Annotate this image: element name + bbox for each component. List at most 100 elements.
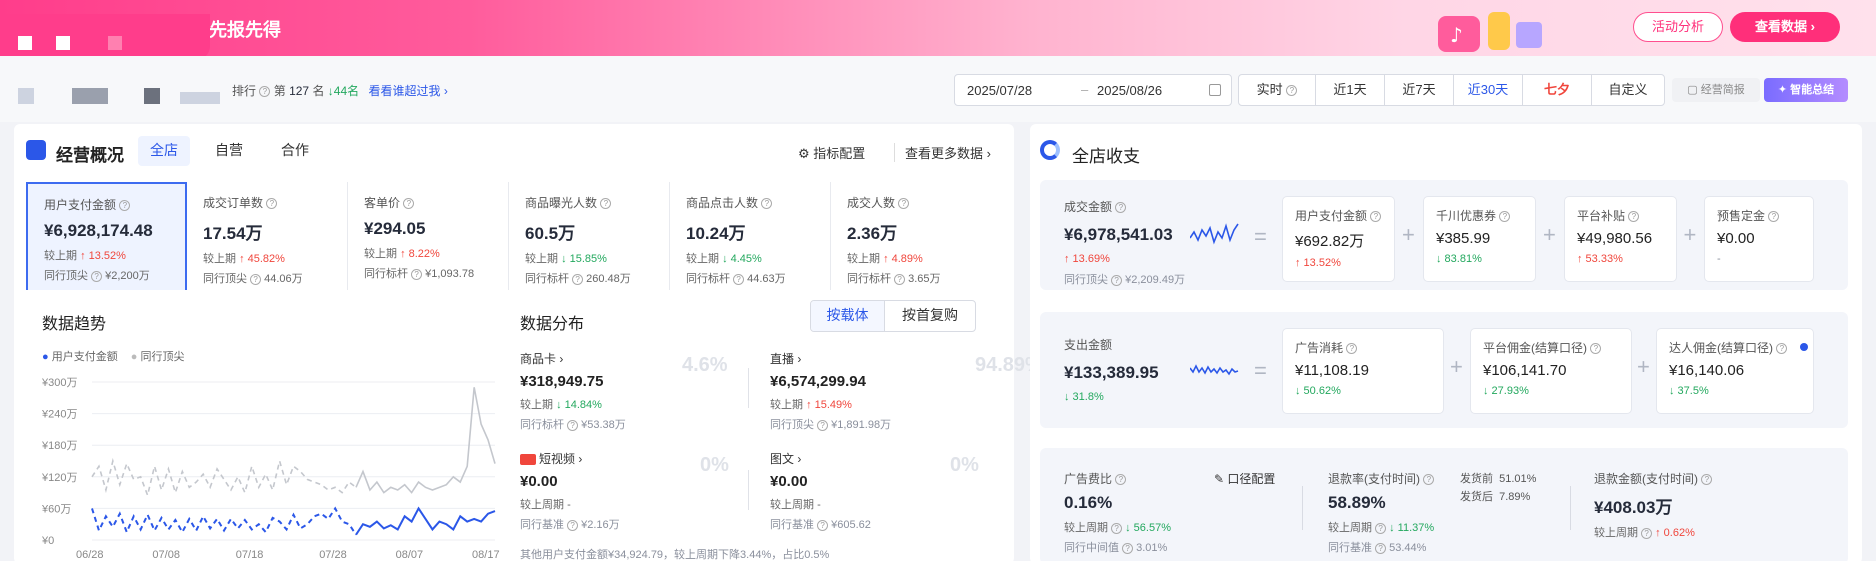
dist-peer: 同行顶尖 ? ¥1,891.98万 — [770, 419, 892, 431]
activity-analysis-button[interactable]: 活动分析 — [1633, 12, 1723, 42]
dist-cell[interactable]: 商品卡 › ¥318,949.75 较上期 ↓ 14.84% 同行标杆 ? ¥53.3… — [520, 350, 626, 432]
item-label: 用户支付金额 ? — [1295, 207, 1394, 224]
who-passed-me-link[interactable]: 看看谁超过我 › — [369, 84, 448, 98]
metric-config-link[interactable]: ⚙ 指标配置 — [798, 143, 865, 162]
dist-value: ¥6,574,299.94 — [770, 373, 866, 390]
rank-change: ↓44名 — [327, 84, 360, 98]
dist-footer: 其他用户支付金额¥34,924.79，较上周期下降3.44%，占比0.5% — [520, 549, 830, 561]
legend-pay-amount[interactable]: 用户支付金额 — [52, 351, 118, 363]
quick-30day[interactable]: 近30天 — [1453, 74, 1523, 106]
x-tick-label: 08/07 — [396, 549, 424, 561]
metric-card[interactable]: 成交人数 ? 2.36万 较上期 ↑ 4.89% 同行标杆 ? 3.65万 — [831, 182, 992, 290]
logo-redacted — [0, 14, 210, 60]
dist-peer: 同行基准 ? ¥605.62 — [770, 519, 871, 531]
dist-value: ¥318,949.75 — [520, 373, 604, 390]
metric-change: 较上期 ↑ 4.89% — [847, 253, 923, 265]
x-tick-label: 07/08 — [152, 549, 180, 561]
tab-all-store[interactable]: 全店 — [138, 136, 190, 166]
tab-cooperation[interactable]: 合作 — [266, 136, 324, 166]
date-end[interactable]: 2025/08/26 — [1097, 83, 1162, 98]
finance-item[interactable]: 预售定金 ? ¥0.00 - — [1704, 196, 1814, 282]
dist-label[interactable]: 商品卡 › — [520, 350, 626, 367]
metric-label: 商品点击人数 ? — [686, 194, 830, 211]
date-start[interactable]: 2025/07/28 — [967, 83, 1032, 98]
dist-change: 较上周期 - — [520, 499, 571, 511]
tab-by-repurchase[interactable]: 按首复购 — [886, 301, 974, 331]
metric-label: 客单价 ? — [364, 194, 508, 211]
dist-cell[interactable]: 短视频 › ¥0.00 较上周期 - 同行基准 ? ¥2.16万 — [520, 450, 620, 532]
help-icon: ? — [898, 198, 910, 210]
dist-label[interactable]: 短视频 › — [520, 450, 620, 467]
dist-change: 较上期 ↓ 14.84% — [520, 399, 602, 411]
dist-divider — [748, 368, 749, 408]
metric-label: 成交订单数 ? — [203, 194, 347, 211]
tab-by-carrier[interactable]: 按载体 — [811, 301, 885, 331]
view-data-button[interactable]: 查看数据 › — [1730, 12, 1840, 42]
item-change: ↓ 37.5% — [1669, 385, 1709, 397]
item-change: ↓ 27.93% — [1483, 385, 1529, 397]
metric-card[interactable]: 商品点击人数 ? 10.24万 较上期 ↓ 4.45% 同行标杆 ? 44.63万 — [670, 182, 831, 290]
income-change: ↑ 13.69% — [1064, 253, 1110, 265]
metric-label: 用户支付金额 ? — [44, 196, 185, 213]
metric-card[interactable]: 商品曝光人数 ? 60.5万 较上期 ↓ 15.85% 同行标杆 ? 260.48万 — [509, 182, 670, 290]
finance-item[interactable]: 达人佣金(结算口径) ? ¥16,140.06 ↓ 37.5% — [1656, 328, 1814, 414]
quick-1day[interactable]: 近1天 — [1315, 74, 1385, 106]
item-change: - — [1717, 253, 1721, 265]
overview-title: 经营概况 — [56, 146, 124, 165]
dist-label[interactable]: 直播 › — [770, 350, 891, 367]
series-line[interactable] — [91, 506, 357, 536]
metric-card[interactable]: 客单价 ? ¥294.05 较上期 ↑ 8.22% 同行标杆 ? ¥1,093.78 — [348, 182, 509, 290]
quick-realtime[interactable]: 实时 ? — [1238, 74, 1316, 106]
series-line[interactable] — [355, 506, 496, 536]
item-change: ↑ 53.33% — [1577, 253, 1623, 265]
dist-share: 0% — [950, 454, 979, 476]
dist-value: ¥0.00 — [770, 473, 808, 490]
metric-change: 较上期 ↑ 45.82% — [203, 253, 285, 265]
rank-info: 排行 ? 第 127 名 ↓44名 看看谁超过我 › — [232, 84, 448, 98]
dist-cell[interactable]: 直播 › ¥6,574,299.94 较上期 ↑ 15.49% 同行顶尖 ? ¥1,8… — [770, 350, 891, 432]
calendar-icon — [1209, 84, 1221, 96]
help-icon: ? — [403, 198, 415, 210]
item-label: 平台佣金(结算口径) ? — [1483, 339, 1631, 356]
dist-label[interactable]: 图文 › — [770, 450, 871, 467]
plus-sign: + — [1683, 222, 1697, 247]
plus-sign: + — [1450, 354, 1463, 379]
expense-sparkline — [1190, 364, 1239, 376]
dist-cell[interactable]: 图文 › ¥0.00 较上周期 - 同行基准 ? ¥605.62 — [770, 450, 871, 532]
config-link[interactable]: ✎ 口径配置 — [1214, 470, 1275, 487]
metric-peer: 同行顶尖 ? ¥2,200万 — [44, 270, 150, 282]
more-data-link[interactable]: 查看更多数据 › — [894, 143, 991, 162]
tiktok-gift-icon: ♪ — [1436, 8, 1546, 54]
tab-self-run[interactable]: 自营 — [200, 136, 258, 166]
dist-peer: 同行标杆 ? ¥53.38万 — [520, 419, 626, 431]
report-button[interactable]: ▢ 经营简报 — [1672, 78, 1760, 102]
quick-qixi[interactable]: 七夕 — [1522, 74, 1592, 106]
item-value: ¥692.82万 — [1295, 233, 1365, 250]
finance-item[interactable]: 用户支付金额 ? ¥692.82万 ↑ 13.52% — [1282, 196, 1395, 282]
metric-card[interactable]: 成交订单数 ? 17.54万 较上期 ↑ 45.82% 同行顶尖 ? 44.06万 — [187, 182, 348, 290]
date-range-picker[interactable]: 2025/07/28 – 2025/08/26 — [954, 74, 1232, 106]
income-sparkline — [1190, 223, 1239, 245]
finance-item[interactable]: 平台补贴 ? ¥49,980.56 ↑ 53.33% — [1564, 196, 1677, 282]
finance-item[interactable]: 广告消耗 ? ¥11,108.19 ↓ 50.62% — [1282, 328, 1444, 414]
metric-change: 较上期 ↓ 4.45% — [686, 253, 762, 265]
smart-summary-button[interactable]: ✦ 智能总结 — [1764, 78, 1848, 102]
item-value: ¥0.00 — [1717, 230, 1755, 247]
rank-number: 127 — [289, 84, 310, 98]
quick-7day[interactable]: 近7天 — [1384, 74, 1454, 106]
item-label: 预售定金 ? — [1717, 207, 1813, 224]
dist-title: 数据分布 — [520, 316, 585, 333]
plus-sign: + — [1543, 222, 1556, 247]
item-label: 平台补贴 ? — [1577, 207, 1676, 224]
finance-item[interactable]: 平台佣金(结算口径) ? ¥106,141.70 ↓ 27.93% — [1470, 328, 1632, 414]
metric-peer: 同行标杆 ? 3.65万 — [847, 273, 941, 285]
metric-card[interactable]: 用户支付金额 ? ¥6,928,174.48 较上期 ↑ 13.52% 同行顶尖 ? … — [26, 182, 187, 290]
series-line[interactable] — [91, 457, 357, 498]
finance-item[interactable]: 千川优惠券 ? ¥385.99 ↓ 83.81% — [1423, 196, 1536, 282]
y-tick-label: ¥120万 — [41, 472, 77, 484]
legend-peer-top[interactable]: 同行顶尖 — [141, 351, 185, 363]
quick-custom[interactable]: 自定义 — [1591, 74, 1665, 106]
item-label: 达人佣金(结算口径) ? — [1669, 339, 1813, 356]
divider — [1302, 486, 1303, 530]
item-change: ↑ 13.52% — [1295, 257, 1341, 269]
